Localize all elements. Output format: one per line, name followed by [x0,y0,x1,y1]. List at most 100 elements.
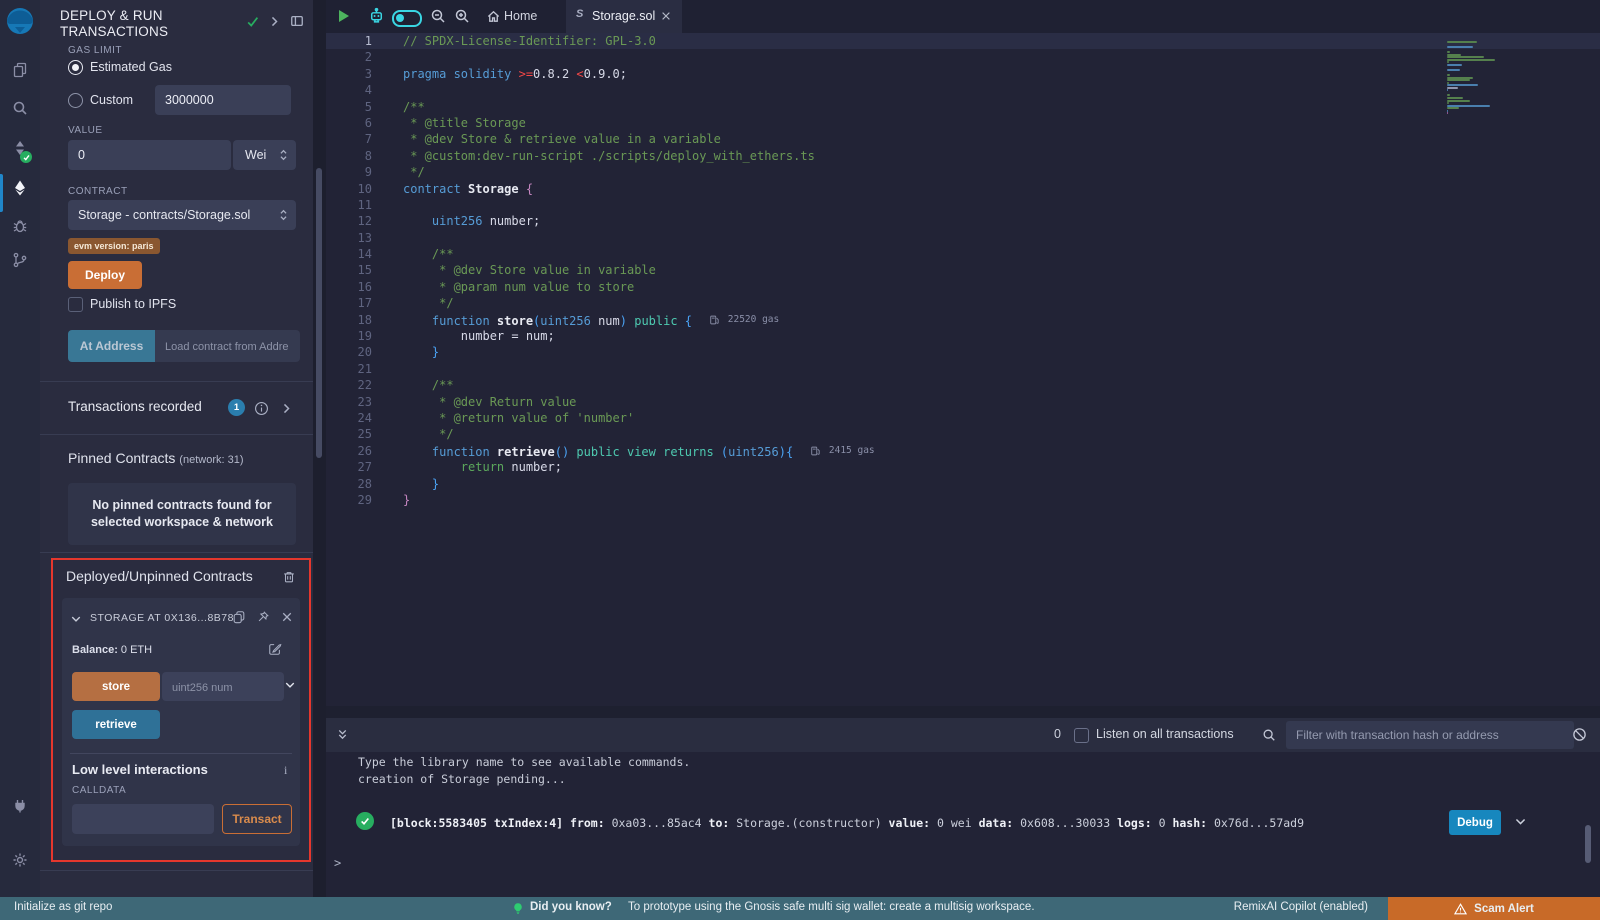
listen-transactions-checkbox[interactable] [1074,728,1089,743]
pinned-empty-state: No pinned contracts found for selected w… [68,483,296,545]
divider [40,381,313,382]
code-content: // SPDX-License-Identifier: GPL-3.0pragm… [382,33,1600,706]
file-explorer-icon[interactable] [12,62,28,78]
panel-title: DEPLOY & RUN TRANSACTIONS [60,8,235,40]
pin-icon[interactable] [256,610,270,624]
terminal-resize-handle[interactable] [326,706,1600,718]
tab-label: Storage.sol [592,9,655,23]
code-editor[interactable]: 1234567891011121314151617181920212223242… [326,33,1600,706]
icon-rail [0,0,41,897]
custom-gas-radio[interactable] [68,93,83,108]
tx-success-icon [356,812,374,830]
value-unit-select[interactable]: Wei [233,140,296,170]
evm-version-badge: evm version: paris [68,238,160,254]
lightbulb-icon [512,902,524,915]
expand-terminal-icon[interactable] [336,728,349,741]
tab-close-icon[interactable] [660,10,672,22]
did-you-know-text: To prototype using the Gnosis safe multi… [628,901,1035,913]
contract-select[interactable]: Storage - contracts/Storage.sol [68,200,296,230]
debugger-icon[interactable] [12,218,28,234]
stepper-icon [279,209,288,221]
terminal-prompt: > [334,856,341,870]
minimap[interactable] [1447,41,1513,115]
divider [70,753,292,754]
copilot-status[interactable]: RemixAI Copilot (enabled) [1234,901,1368,913]
custom-gas-input[interactable] [155,85,291,115]
instance-title: STORAGE AT 0X136...8B78 [90,612,234,624]
active-plugin-indicator [0,174,3,212]
value-unit: Wei [245,148,266,162]
expand-args-icon[interactable] [284,679,296,691]
ai-assistant-icon[interactable] [368,7,385,25]
deploy-button[interactable]: Deploy [68,261,142,289]
compile-success-badge [20,151,32,163]
edit-icon[interactable] [268,642,282,656]
divider [40,434,313,435]
deploy-run-icon[interactable] [12,180,28,196]
publish-ipfs-checkbox[interactable] [68,297,83,312]
publish-ipfs-label: Publish to IPFS [90,297,176,311]
git-init-button[interactable]: Initialize as git repo [14,901,112,913]
terminal-log: Type the library name to see available c… [358,754,690,788]
store-arg-input[interactable] [162,672,284,701]
stepper-icon [279,149,288,161]
pin-panel-icon[interactable] [290,14,304,28]
balance-text: Balance: 0 ETH [72,644,152,656]
terminal-menu-bar: 0 Listen on all transactions [326,718,1600,752]
panel-gap [313,0,326,897]
chevron-down-icon[interactable] [70,613,82,625]
custom-gas-label: Custom [90,93,133,107]
plugin-manager-icon[interactable] [12,798,28,814]
pinned-contracts-title: Pinned Contracts (network: 31) [68,450,244,466]
filter-transactions-input[interactable] [1286,721,1574,749]
tab-storage-sol[interactable]: S Storage.sol [566,0,682,33]
at-address-button[interactable]: At Address [68,330,155,362]
info-icon[interactable]: i [284,763,287,778]
main-area: Home S Storage.sol 123456789101112131415… [326,0,1600,897]
copy-icon[interactable] [232,610,246,624]
chevron-right-icon[interactable] [268,15,281,28]
close-icon[interactable] [281,611,293,623]
panel-scrollbar[interactable] [316,168,322,458]
chevron-right-icon[interactable] [280,402,293,415]
trash-icon[interactable] [282,570,296,584]
status-bar: Initialize as git repo Did you know? To … [0,897,1600,920]
low-level-title: Low level interactions [72,762,208,777]
terminal-scrollbar[interactable] [1585,825,1591,863]
estimated-gas-radio[interactable] [68,60,83,75]
store-button[interactable]: store [72,672,160,701]
pinned-network-label: (network: 31) [179,454,243,466]
terminal: 0 Listen on all transactions Type the li… [326,706,1600,897]
contract-instance-card: STORAGE AT 0X136...8B78 Balance: 0 ETH s… [62,598,300,846]
copilot-toggle[interactable] [392,10,422,27]
info-icon[interactable] [254,401,269,416]
search-icon[interactable] [12,100,28,116]
clear-console-icon[interactable] [1572,727,1587,742]
home-icon[interactable] [486,9,501,24]
zoom-in-icon[interactable] [454,8,470,24]
listen-transactions-label: Listen on all transactions [1096,727,1234,741]
run-script-icon[interactable] [336,8,352,24]
solidity-file-icon: S [576,8,583,20]
transact-button[interactable]: Transact [222,804,292,834]
tx-expand-icon[interactable] [1514,815,1527,828]
zoom-out-icon[interactable] [430,8,446,24]
editor-toolbar: Home S Storage.sol [326,0,1600,33]
retrieve-button[interactable]: retrieve [72,710,160,739]
deploy-run-panel: DEPLOY & RUN TRANSACTIONS GAS LIMIT Esti… [40,0,313,897]
scam-alert-button[interactable]: Scam Alert [1388,897,1600,920]
search-icon[interactable] [1262,728,1276,742]
git-icon[interactable] [12,252,28,268]
remix-logo[interactable] [4,6,36,38]
settings-icon[interactable] [12,852,28,868]
at-address-input[interactable] [155,330,300,362]
contract-selected: Storage - contracts/Storage.sol [78,208,250,222]
value-input[interactable] [68,140,231,170]
debug-button[interactable]: Debug [1449,810,1501,835]
check-icon [246,15,260,29]
transactions-recorded-label: Transactions recorded [68,399,202,414]
transaction-log-entry[interactable]: [block:5583405 txIndex:4] from: 0xa03...… [390,816,1304,830]
deployed-contracts-title: Deployed/Unpinned Contracts [66,568,253,584]
calldata-input[interactable] [72,804,214,834]
home-tab[interactable]: Home [504,9,537,23]
